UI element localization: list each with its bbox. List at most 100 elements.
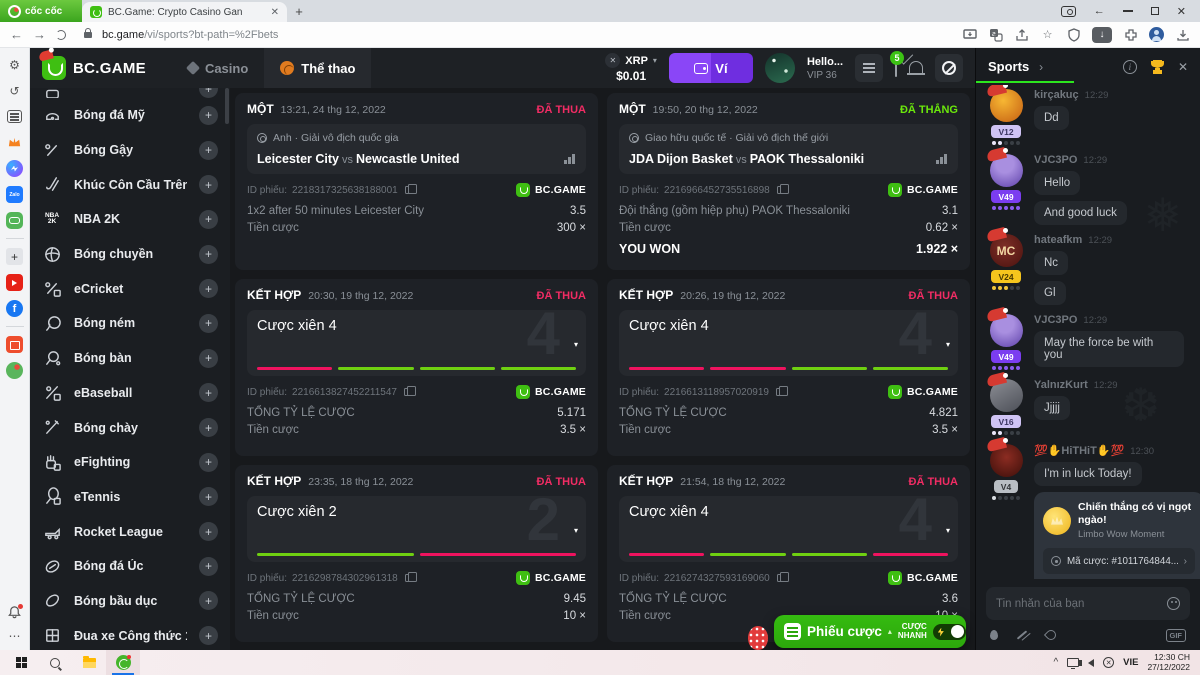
- bet-card[interactable]: KẾT HỢP 23:35, 18 thg 12, 2022 ĐÃ THUA C…: [235, 465, 598, 642]
- games-icon[interactable]: [6, 212, 23, 229]
- combo-box[interactable]: Cược xiên 4 4 ▾: [619, 496, 958, 562]
- chat-channel-tab[interactable]: Sports: [988, 59, 1029, 74]
- hidden-icons-chevron[interactable]: ^: [1053, 657, 1058, 668]
- expand-caret-icon[interactable]: ▾: [946, 340, 950, 349]
- sidebar-item-rugby[interactable]: Bóng bầu dục +: [30, 584, 230, 619]
- maximize-button[interactable]: [1151, 7, 1159, 15]
- browser-tab[interactable]: BC.Game: Crypto Casino Gan ✕: [82, 2, 287, 22]
- avatar[interactable]: [990, 314, 1023, 347]
- chat-username[interactable]: hateafkm: [1034, 234, 1082, 246]
- language-indicator[interactable]: VIE: [1123, 657, 1138, 668]
- sidebar-item-handball[interactable]: Bóng ném +: [30, 306, 230, 341]
- more-options-icon[interactable]: ⋯: [6, 627, 23, 644]
- sidebar-item-baseball[interactable]: Bóng chày +: [30, 410, 230, 445]
- start-button[interactable]: [4, 650, 38, 675]
- window-close-button[interactable]: ✕: [1177, 5, 1186, 18]
- avatar[interactable]: [990, 89, 1023, 122]
- status-circle-icon[interactable]: ✕: [1103, 657, 1114, 668]
- download-active-icon[interactable]: ↓: [1092, 27, 1112, 43]
- copy-icon[interactable]: [777, 574, 784, 582]
- chat-username[interactable]: VJC3PO: [1034, 314, 1077, 326]
- history-icon[interactable]: ↺: [6, 82, 23, 99]
- translate-icon[interactable]: a: [988, 27, 1003, 42]
- avatar[interactable]: [990, 154, 1023, 187]
- messenger-icon[interactable]: [6, 160, 23, 177]
- copy-icon[interactable]: [405, 186, 412, 194]
- add-favorite-button[interactable]: +: [199, 487, 218, 506]
- network-icon[interactable]: [1067, 658, 1079, 667]
- avatar[interactable]: MC: [990, 234, 1023, 267]
- avatar[interactable]: [990, 379, 1023, 412]
- notifications-bell-icon[interactable]: [6, 604, 23, 621]
- sidebar-item-ebaseball[interactable]: eBaseball +: [30, 376, 230, 411]
- crown-icon[interactable]: [6, 134, 23, 151]
- add-favorite-button[interactable]: +: [199, 279, 218, 298]
- file-explorer[interactable]: [72, 650, 106, 675]
- copy-icon[interactable]: [404, 388, 411, 396]
- info-icon[interactable]: i: [1123, 60, 1137, 74]
- sidebar-item-efighting[interactable]: eFighting +: [30, 445, 230, 480]
- browser-profile-icon[interactable]: [1149, 27, 1164, 42]
- downloads-tray-icon[interactable]: [1175, 27, 1190, 42]
- stats-icon[interactable]: [564, 154, 576, 164]
- add-favorite-button[interactable]: +: [199, 522, 218, 541]
- chat-close-icon[interactable]: ✕: [1178, 60, 1188, 74]
- sports-ball-icon[interactable]: [6, 362, 23, 379]
- extensions-puzzle-icon[interactable]: [1123, 27, 1138, 42]
- bcgame-logo[interactable]: BC.GAME: [42, 56, 146, 80]
- add-favorite-button[interactable]: +: [199, 314, 218, 333]
- reload-icon[interactable]: [56, 30, 66, 40]
- badge-icon[interactable]: [1044, 628, 1058, 642]
- sidebar-scrollbar[interactable]: [225, 88, 229, 124]
- avatar[interactable]: [990, 444, 1023, 477]
- sidebar-item-formula1[interactable]: Đua xe Công thức 1 +: [30, 618, 230, 650]
- minimize-button[interactable]: [1123, 10, 1133, 12]
- copy-icon[interactable]: [405, 574, 412, 582]
- expand-caret-icon[interactable]: ▾: [574, 526, 578, 535]
- facebook-icon[interactable]: f: [6, 300, 23, 317]
- rain-drop-icon[interactable]: [990, 630, 998, 640]
- volume-icon[interactable]: [1088, 659, 1094, 667]
- copy-icon[interactable]: [776, 388, 783, 396]
- sidebar-item-volleyball[interactable]: Bóng chuyền +: [30, 237, 230, 272]
- add-favorite-button[interactable]: +: [199, 141, 218, 160]
- bet-card[interactable]: MỘT 13:21, 24 thg 12, 2022 ĐÃ THUA Anh ·…: [235, 93, 598, 270]
- win-share-card[interactable]: Chiến thắng có vị ngọt ngào! Limbo Wow M…: [1034, 492, 1200, 579]
- chat-username[interactable]: YalnızKurt: [1034, 379, 1088, 391]
- sidebar-item-ecricket[interactable]: eCricket +: [30, 271, 230, 306]
- emoji-icon[interactable]: [1167, 597, 1180, 610]
- taskbar-clock[interactable]: 12:30 CH 27/12/2022: [1147, 653, 1190, 673]
- coccoc-taskbar-app[interactable]: [106, 650, 140, 675]
- url-field[interactable]: bc.game/vi/sports?bt-path=%2Fbets: [102, 29, 278, 41]
- shopee-icon[interactable]: [6, 336, 23, 353]
- reopen-tab-icon[interactable]: ←: [1094, 5, 1105, 17]
- wallet-button[interactable]: Ví: [669, 53, 753, 83]
- add-favorite-button[interactable]: +: [199, 106, 218, 125]
- copy-icon[interactable]: [777, 186, 784, 194]
- tab-search-icon[interactable]: [1061, 6, 1076, 17]
- combo-box[interactable]: Cược xiên 4 4 ▾: [247, 310, 586, 376]
- sidebar-item-rocket-league[interactable]: Rocket League +: [30, 514, 230, 549]
- expand-caret-icon[interactable]: ▾: [946, 526, 950, 535]
- bet-card[interactable]: KẾT HỢP 20:26, 19 thg 12, 2022 ĐÃ THUA C…: [607, 279, 970, 456]
- quick-bet-toggle[interactable]: [933, 624, 966, 640]
- chat-username[interactable]: VJC3PO: [1034, 154, 1077, 166]
- taskbar-search[interactable]: [38, 650, 72, 675]
- match-box[interactable]: Anh · Giải vô địch quốc gia Leicester Ci…: [247, 124, 586, 174]
- sidebar-item-aussie-rules[interactable]: Bóng đá Úc +: [30, 549, 230, 584]
- bookmark-star-icon[interactable]: ☆: [1040, 27, 1055, 42]
- chat-username[interactable]: kirçakuç: [1034, 89, 1079, 101]
- gif-icon[interactable]: GIF: [1166, 629, 1187, 642]
- shield-icon[interactable]: [1066, 27, 1081, 42]
- bet-list-button[interactable]: [855, 54, 883, 82]
- add-favorite-button[interactable]: +: [199, 591, 218, 610]
- bet-code-row[interactable]: Mã cược: #1011764844... ›: [1043, 548, 1195, 574]
- share-icon[interactable]: [1014, 27, 1029, 42]
- user-avatar[interactable]: [765, 53, 795, 83]
- sidebar-item-table-tennis[interactable]: Bóng bàn +: [30, 341, 230, 376]
- sidebar-item-cricket[interactable]: Bóng Gậy +: [30, 133, 230, 168]
- announcements-button[interactable]: [935, 54, 963, 82]
- bell-icon[interactable]: [909, 61, 923, 75]
- tab-casino[interactable]: Casino: [172, 48, 264, 88]
- sidebar-item-american-football[interactable]: Bóng đá Mỹ +: [30, 98, 230, 133]
